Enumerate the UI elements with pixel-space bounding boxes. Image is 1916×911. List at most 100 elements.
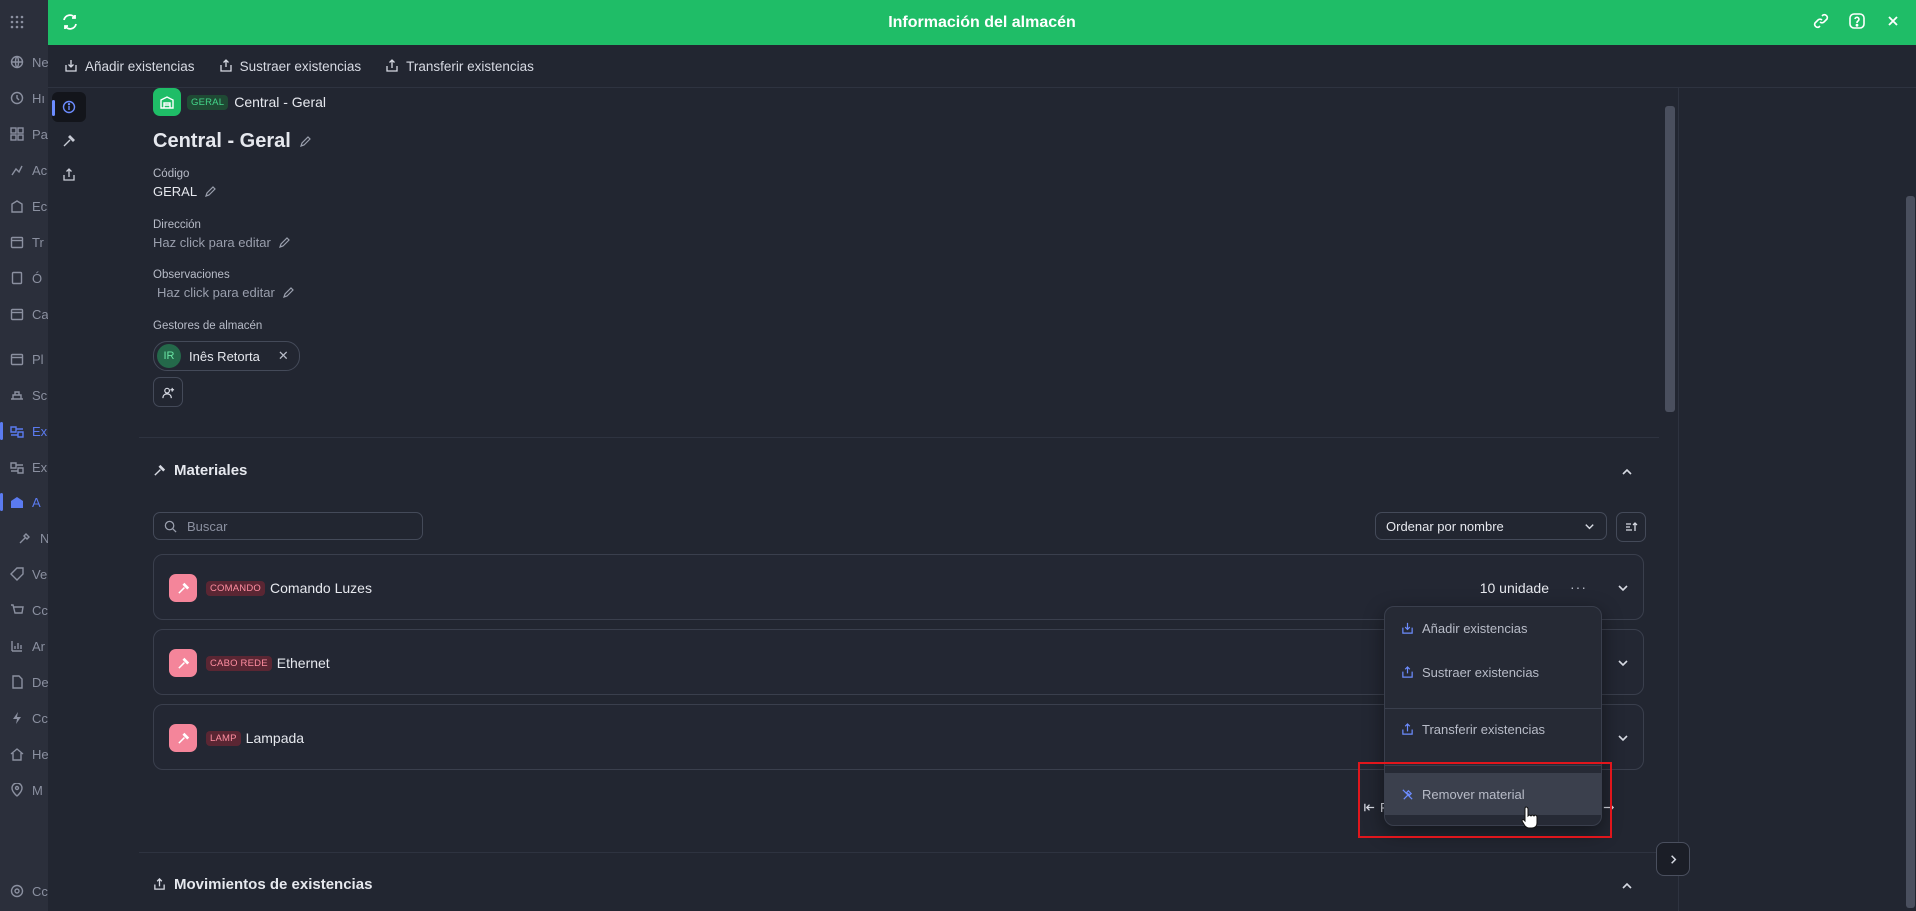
collapse-chevron-icon[interactable]	[1619, 878, 1635, 894]
remove-manager-icon[interactable]: ✕	[278, 348, 289, 364]
stock-remove-icon	[219, 59, 232, 72]
stock-remove-icon	[1402, 665, 1413, 678]
search-input[interactable]	[185, 517, 389, 535]
hand-cursor-icon	[1521, 806, 1538, 829]
chevron-down-icon[interactable]	[1615, 655, 1631, 671]
bg-sidebar-item[interactable]: Ex	[10, 455, 50, 479]
edit-pencil-icon[interactable]	[278, 236, 290, 249]
help-icon[interactable]	[1848, 12, 1866, 30]
stock-transfer-icon	[1402, 722, 1413, 735]
bg-sidebar-item[interactable]: De	[10, 670, 50, 694]
refresh-icon[interactable]	[60, 12, 80, 32]
expand-panel-button[interactable]	[1656, 842, 1690, 876]
code-value[interactable]: GERAL	[153, 184, 216, 199]
add-manager-button[interactable]	[153, 377, 183, 407]
menu-item-transfer-stock[interactable]: Transferir existencias	[1385, 708, 1601, 750]
stock-transfer-icon	[63, 168, 75, 181]
bg-sidebar-item[interactable]: Ac	[10, 158, 50, 182]
hammer-icon	[63, 135, 75, 147]
divider	[139, 852, 1659, 853]
managers-field: Gestores de almacén	[153, 320, 263, 332]
transfer-stock-button[interactable]: Transferir existencias	[385, 59, 534, 74]
right-panel-scrollbar[interactable]	[1906, 196, 1915, 908]
tab-movements[interactable]	[52, 160, 86, 190]
more-options-icon[interactable]: ···	[1570, 579, 1587, 595]
material-icon	[169, 724, 197, 752]
avatar: IR	[157, 344, 181, 368]
bg-sidebar-item-active[interactable]: A	[10, 490, 50, 514]
edit-pencil-icon[interactable]	[299, 135, 311, 148]
material-name: Lampada	[245, 730, 305, 746]
bg-sidebar-item[interactable]: Ó	[10, 266, 50, 290]
notes-field: Observaciones Haz click para editar	[153, 269, 294, 300]
bg-sidebar-item[interactable]: He	[10, 742, 50, 766]
warehouse-tag: GERAL	[187, 94, 229, 110]
manager-chip[interactable]: IR Inês Retorta ✕	[153, 341, 300, 371]
divider	[139, 437, 1659, 438]
notes-value[interactable]: Haz click para editar	[153, 285, 294, 300]
apps-grid-icon[interactable]	[10, 10, 50, 34]
edit-pencil-icon[interactable]	[282, 286, 294, 299]
bg-sidebar-item[interactable]: Pl	[10, 347, 50, 371]
search-icon	[164, 520, 177, 533]
content-scrollbar[interactable]	[1665, 106, 1675, 412]
sort-ascending-icon	[1626, 522, 1638, 531]
bg-sidebar-item[interactable]: Cc	[10, 598, 50, 622]
material-quantity: 10 unidade	[1479, 580, 1549, 596]
bg-sidebar-item[interactable]: Hı	[10, 86, 50, 110]
stock-transfer-icon	[386, 59, 398, 72]
bg-sidebar-item[interactable]: Cc	[10, 706, 50, 730]
code-field: Código GERAL	[153, 168, 216, 199]
bg-sidebar-item[interactable]: Sc	[10, 383, 50, 407]
collapse-chevron-icon[interactable]	[1619, 464, 1635, 480]
background-sidebar: Ne Hı Pa Ac Ec Tr Ó Ca Pl Sc Ex Ex A N V…	[0, 0, 50, 911]
bg-sidebar-item[interactable]: Ca	[10, 302, 50, 326]
hammer-icon	[177, 657, 189, 669]
material-icon	[169, 649, 197, 677]
stock-add-icon	[65, 60, 77, 72]
sort-select[interactable]: Ordenar por nombre	[1375, 512, 1607, 540]
warehouse-breadcrumb: GERAL Central - Geral	[153, 88, 326, 116]
bg-sidebar-item[interactable]: Ne	[10, 50, 50, 74]
material-tag: COMANDO	[206, 580, 266, 596]
materials-section-title: Materiales	[153, 462, 247, 479]
menu-item-add-stock[interactable]: Añadir existencias	[1385, 607, 1601, 649]
tab-info[interactable]	[52, 92, 86, 122]
highlight-box	[1358, 762, 1612, 838]
hammer-icon	[177, 732, 189, 744]
add-stock-button[interactable]: Añadir existencias	[64, 59, 195, 74]
chevron-down-icon[interactable]	[1615, 580, 1631, 596]
hammer-icon	[154, 464, 166, 476]
bg-sidebar-item[interactable]: Pa	[10, 122, 50, 146]
link-icon[interactable]	[1812, 12, 1830, 30]
material-tag: LAMP	[206, 730, 241, 746]
chevron-down-icon[interactable]	[1615, 730, 1631, 746]
materials-search[interactable]	[153, 512, 423, 540]
warehouse-avatar	[153, 88, 181, 116]
modal-header: Información del almacén	[48, 0, 1916, 45]
bg-sidebar-item[interactable]: Ar	[10, 634, 50, 658]
tab-materials[interactable]	[52, 126, 86, 156]
bg-sidebar-item-active[interactable]: Ex	[10, 419, 50, 443]
modal-title: Información del almacén	[888, 13, 1076, 31]
stock-add-icon	[1402, 622, 1413, 634]
material-tag: CABO REDE	[206, 655, 272, 671]
address-value[interactable]: Haz click para editar	[153, 235, 290, 250]
bg-sidebar-item[interactable]: Tr	[10, 230, 50, 254]
bg-sidebar-item[interactable]: Cc	[10, 879, 50, 903]
sort-direction-button[interactable]	[1616, 512, 1646, 542]
warehouse-title: Central - Geral	[153, 130, 311, 153]
menu-item-subtract-stock[interactable]: Sustraer existencias	[1385, 651, 1601, 693]
movements-section-title: Movimientos de existencias	[153, 876, 372, 893]
bg-sidebar-item[interactable]: M	[10, 778, 50, 802]
bg-sidebar-item[interactable]: Ve	[10, 562, 50, 586]
material-name: Comando Luzes	[270, 580, 372, 596]
edit-pencil-icon[interactable]	[204, 185, 216, 198]
bg-sidebar-item[interactable]: Ec	[10, 194, 50, 218]
subtract-stock-button[interactable]: Sustraer existencias	[219, 59, 361, 74]
stock-transfer-icon	[154, 878, 165, 890]
warehouse-info-modal: Información del almacén Añadir existenci…	[48, 0, 1916, 911]
breadcrumb-name: Central - Geral	[234, 94, 327, 110]
action-toolbar: Añadir existencias Sustraer existencias …	[48, 45, 1916, 88]
close-icon[interactable]	[1884, 12, 1902, 30]
